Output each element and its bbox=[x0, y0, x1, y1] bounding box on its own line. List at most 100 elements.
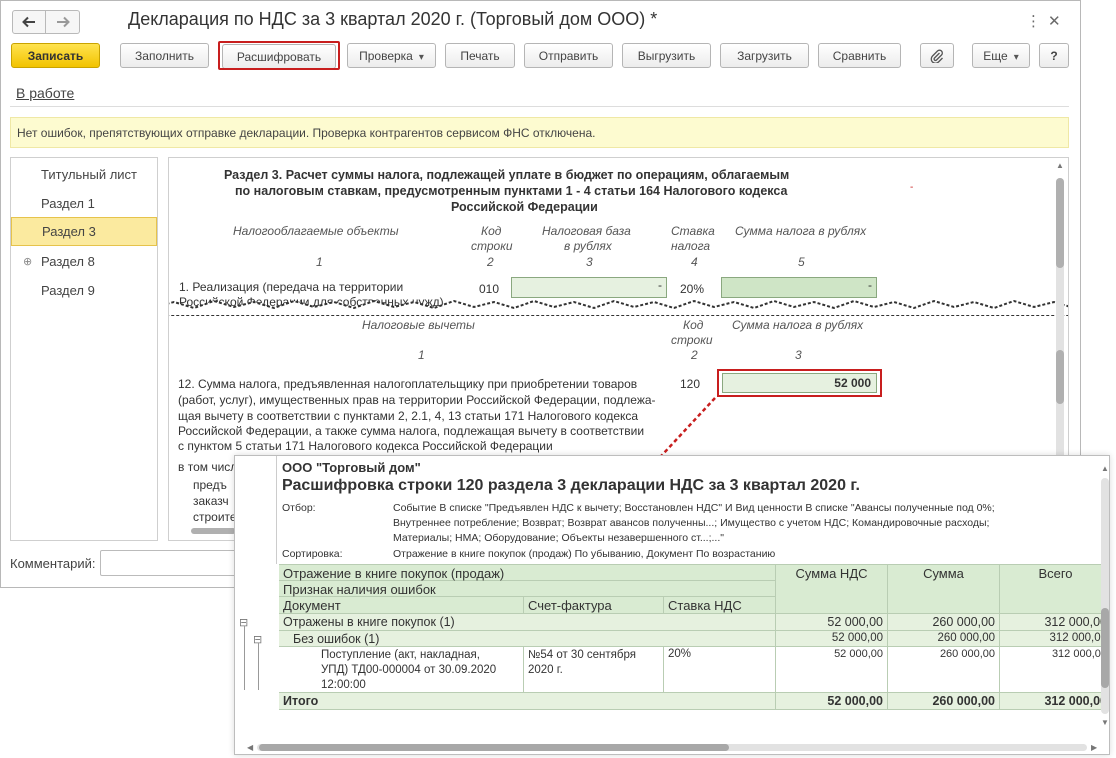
kebab-menu-icon[interactable]: ⋮ bbox=[1026, 12, 1041, 30]
tree-line bbox=[258, 643, 259, 690]
deductions-header: Налоговые вычеты bbox=[362, 318, 475, 332]
col-sum-header: Сумма налога в рублях bbox=[735, 224, 867, 238]
report-left-gutter bbox=[235, 456, 277, 564]
report-filter-line-2: Внутреннее потребление; Возврат; Возврат… bbox=[393, 517, 990, 529]
ded-num-1: 1 bbox=[418, 348, 425, 362]
group-no-errors-sum: 260 000,00 bbox=[888, 631, 1000, 647]
col-objects-header: Налогооблагаемые объекты bbox=[233, 224, 399, 238]
form-horizontal-scroll-thumb[interactable] bbox=[191, 528, 236, 534]
total-sum: 260 000,00 bbox=[888, 693, 1000, 710]
sidebar-item-title-page[interactable]: Титульный лист bbox=[11, 160, 157, 189]
document-line-2: УПД) ТД00-000004 от 30.09.2020 bbox=[321, 664, 497, 676]
forward-button[interactable] bbox=[46, 10, 80, 34]
check-dropdown-button[interactable]: Проверка bbox=[347, 43, 436, 68]
scroll-up-icon[interactable]: ▲ bbox=[1101, 464, 1109, 473]
ded-code-header-2: строки bbox=[671, 333, 713, 347]
group-no-errors-label: Без ошибок (1) bbox=[279, 631, 776, 647]
section-title-line-3: Российской Федерации bbox=[451, 200, 598, 214]
ded-sum-header: Сумма налога в рублях bbox=[732, 318, 864, 332]
row-120-code: 120 bbox=[680, 377, 701, 391]
row-010-base-field[interactable]: - bbox=[511, 277, 667, 298]
row-120-sum-field[interactable]: 52 000 bbox=[722, 373, 877, 393]
col-num-5: 5 bbox=[798, 255, 805, 269]
ded-num-3: 3 bbox=[795, 348, 802, 362]
col-num-1: 1 bbox=[316, 255, 323, 269]
vat-rate-cell: 20% bbox=[664, 647, 776, 693]
col-code-header: Код bbox=[481, 224, 502, 238]
row-fragment-2: заказч bbox=[193, 494, 229, 508]
row-120-line-4: Российской Федерации, а также сумма нало… bbox=[178, 424, 645, 438]
check-label: Проверка bbox=[359, 49, 424, 63]
comment-label: Комментарий: bbox=[10, 556, 96, 571]
more-dropdown-button[interactable]: Еще bbox=[972, 43, 1030, 68]
group-no-errors-vat: 52 000,00 bbox=[776, 631, 888, 647]
close-icon[interactable]: ✕ bbox=[1048, 12, 1061, 30]
row-120-line-5: с пунктом 5 статьи 171 Налогового кодекс… bbox=[178, 439, 553, 453]
export-button[interactable]: Выгрузить bbox=[622, 43, 711, 68]
sidebar-item-section-9[interactable]: Раздел 9 bbox=[11, 276, 157, 305]
col-base-header: Налоговая база bbox=[542, 224, 631, 238]
scroll-down-icon[interactable]: ▼ bbox=[1101, 718, 1109, 727]
total-total: 312 000,00 bbox=[1000, 693, 1109, 710]
report-hscroll-thumb[interactable] bbox=[259, 744, 729, 751]
sidebar-item-section-8[interactable]: ⊕ Раздел 8 bbox=[11, 247, 157, 276]
sidebar-item-section-3[interactable]: Раздел 3 bbox=[11, 217, 157, 246]
report-vscroll-thumb[interactable] bbox=[1101, 608, 1109, 688]
group-reflected-vat: 52 000,00 bbox=[776, 614, 888, 631]
row-fragment-3: строите bbox=[193, 510, 237, 524]
expand-plus-icon[interactable]: ⊕ bbox=[23, 255, 32, 268]
header-reflection: Отражение в книге покупок (продаж) bbox=[279, 564, 776, 581]
ded-code-header: Код bbox=[683, 318, 704, 332]
col-rate-header: Ставка bbox=[671, 224, 715, 238]
torn-edge-divider bbox=[169, 299, 1068, 316]
scroll-up-icon[interactable]: ▲ bbox=[1056, 161, 1064, 170]
ded-num-2: 2 bbox=[691, 348, 698, 362]
send-button[interactable]: Отправить bbox=[524, 43, 613, 68]
print-button[interactable]: Печать bbox=[445, 43, 515, 68]
attach-button[interactable] bbox=[920, 43, 954, 68]
report-sort-value: Отражение в книге покупок (продаж) По уб… bbox=[393, 548, 776, 560]
status-link[interactable]: В работе bbox=[16, 85, 74, 101]
total-vat: 52 000,00 bbox=[776, 693, 888, 710]
invoice-cell: №54 от 30 сентября 2020 г. bbox=[524, 647, 664, 693]
fill-button[interactable]: Заполнить bbox=[120, 43, 209, 68]
help-button[interactable]: ? bbox=[1039, 43, 1069, 68]
scroll-thumb[interactable] bbox=[1056, 350, 1064, 404]
col-num-4: 4 bbox=[691, 255, 698, 269]
arrow-right-icon bbox=[56, 16, 70, 28]
document-line-3: 12:00:00 bbox=[321, 679, 366, 691]
report-sort-label: Сортировка: bbox=[282, 548, 343, 560]
total-label: Итого bbox=[279, 693, 776, 710]
doc-total-cell: 312 000,00 bbox=[1000, 647, 1109, 693]
header-vat-sum: Сумма НДС bbox=[776, 564, 888, 614]
header-vat-rate: Ставка НДС bbox=[664, 597, 776, 614]
section-title-line-1: Раздел 3. Расчет суммы налога, подлежаще… bbox=[224, 168, 790, 182]
header-document: Документ bbox=[279, 597, 524, 614]
save-button[interactable]: Записать bbox=[11, 43, 100, 68]
scroll-thumb-top[interactable] bbox=[1056, 178, 1064, 268]
back-button[interactable] bbox=[12, 10, 46, 34]
header-invoice: Счет-фактура bbox=[524, 597, 664, 614]
paperclip-icon bbox=[930, 49, 943, 63]
row-fragment-1: предъ bbox=[193, 478, 227, 492]
compare-button[interactable]: Сравнить bbox=[818, 43, 901, 68]
report-horizontal-scrollbar[interactable] bbox=[257, 744, 1087, 751]
sidebar-item-section-1[interactable]: Раздел 1 bbox=[11, 189, 157, 218]
col-base-header-2: в рублях bbox=[564, 239, 612, 253]
row-010-sum-field[interactable]: - bbox=[721, 277, 877, 298]
window-title: Декларация по НДС за 3 квартал 2020 г. (… bbox=[128, 9, 658, 29]
tree-line bbox=[244, 626, 245, 690]
col-code-header-2: строки bbox=[471, 239, 513, 253]
import-button[interactable]: Загрузить bbox=[720, 43, 809, 68]
row-010-code: 010 bbox=[479, 282, 500, 296]
row-120-line-3: щая вычету в соответствии с пунктами 2, … bbox=[178, 409, 639, 423]
header-total: Всего bbox=[1000, 564, 1109, 614]
table-row-document[interactable]: Поступление (акт, накладная, УПД) ТД00-0… bbox=[279, 647, 524, 693]
invoice-line-2: 2020 г. bbox=[528, 664, 563, 676]
row-010-rate: 20% bbox=[680, 282, 705, 296]
section-title-line-2: по налоговым ставкам, предусмотренным пу… bbox=[235, 184, 788, 198]
col-num-2: 2 bbox=[487, 255, 494, 269]
scroll-right-icon[interactable]: ▶ bbox=[1091, 743, 1097, 752]
report-vertical-scrollbar[interactable] bbox=[1101, 478, 1109, 714]
scroll-left-icon[interactable]: ◀ bbox=[247, 743, 253, 752]
